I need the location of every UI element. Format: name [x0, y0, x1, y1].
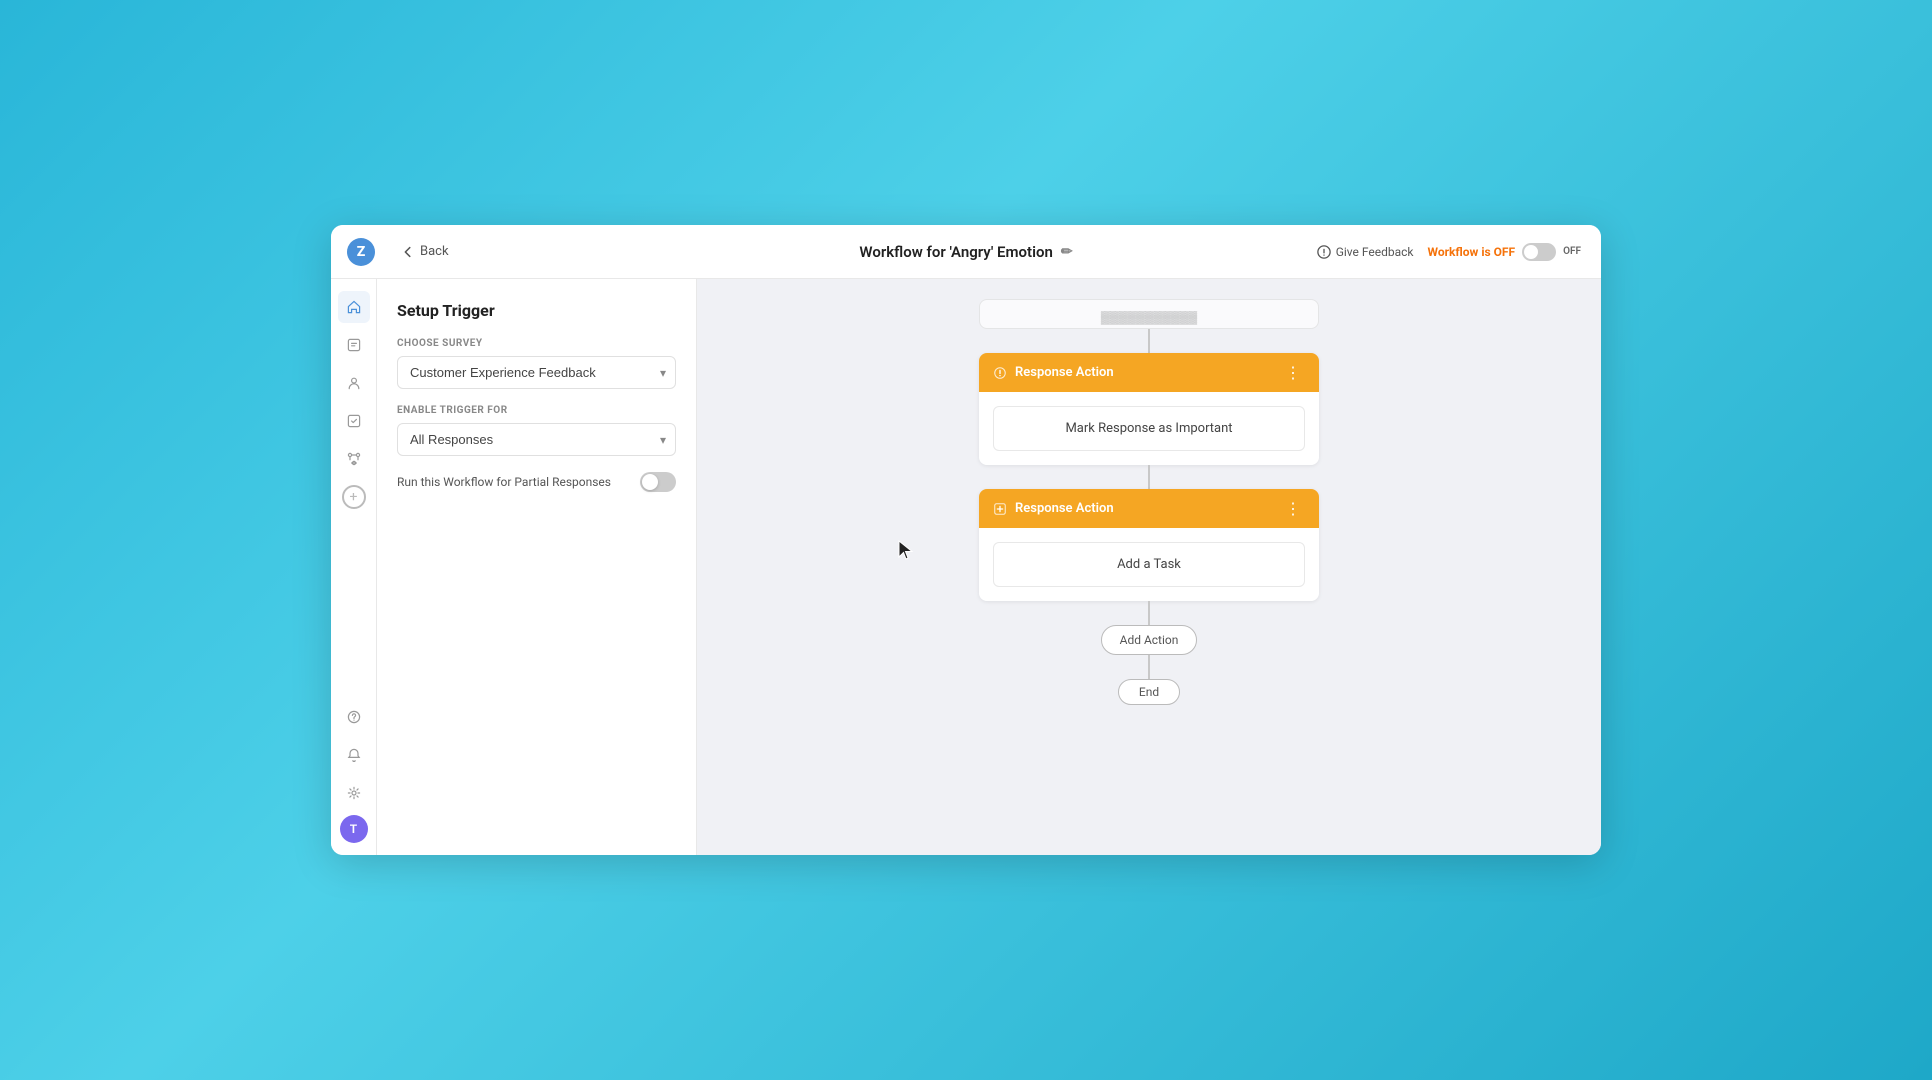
main-layout: +	[331, 279, 1601, 855]
trigger-card-text: ▓▓▓▓▓▓▓▓▓▓▓	[1101, 310, 1197, 324]
choose-survey-label: CHOOSE SURVEY	[397, 338, 676, 349]
workflow-toggle[interactable]	[1522, 243, 1556, 261]
survey-select[interactable]: Customer Experience Feedback	[397, 356, 676, 389]
response-action-body-1: Mark Response as Important	[979, 392, 1319, 465]
response-action-menu-1[interactable]: ⋮	[1281, 363, 1305, 382]
response-action-icon-2	[993, 502, 1007, 516]
connector-3	[1148, 601, 1150, 625]
app-window: Z Back Workflow for 'Angry' Emotion ✏ Gi…	[331, 225, 1601, 855]
survey-select-wrapper: Customer Experience Feedback ▾	[397, 356, 676, 389]
trigger-select-wrapper: All Responses Specific Responses ▾	[397, 423, 676, 456]
tasks-icon	[346, 413, 362, 429]
sidebar-item-help[interactable]	[338, 701, 370, 733]
mark-response-important-button[interactable]: Mark Response as Important	[993, 406, 1305, 451]
back-button[interactable]: Back	[401, 244, 449, 259]
end-node: End	[1118, 679, 1180, 705]
contacts-icon	[346, 375, 362, 391]
user-avatar[interactable]: T	[340, 815, 368, 843]
sidebar-item-settings[interactable]	[338, 777, 370, 809]
sidebar-item-notifications[interactable]	[338, 739, 370, 771]
sidebar-item-surveys[interactable]	[338, 329, 370, 361]
feedback-icon	[1317, 245, 1331, 259]
sidebar-item-home[interactable]	[338, 291, 370, 323]
give-feedback-button[interactable]: Give Feedback	[1317, 245, 1414, 259]
response-action-body-2: Add a Task	[979, 528, 1319, 601]
sidebar: +	[331, 279, 377, 855]
help-icon	[346, 709, 362, 725]
response-action-card-2: Response Action ⋮ Add a Task	[979, 489, 1319, 601]
home-icon	[346, 299, 362, 315]
survey-icon	[346, 337, 362, 353]
sidebar-item-contacts[interactable]	[338, 367, 370, 399]
sidebar-item-tasks[interactable]	[338, 405, 370, 437]
add-action-button[interactable]: Add Action	[1101, 625, 1198, 655]
notifications-icon	[346, 747, 362, 763]
sidebar-bottom: T	[338, 701, 370, 843]
partial-responses-toggle[interactable]	[640, 472, 676, 492]
response-action-icon-1	[993, 366, 1007, 380]
top-bar-right: Give Feedback Workflow is OFF OFF	[1317, 243, 1581, 261]
setup-trigger-title: Setup Trigger	[397, 301, 676, 320]
add-task-button[interactable]: Add a Task	[993, 542, 1305, 587]
trigger-select[interactable]: All Responses Specific Responses	[397, 423, 676, 456]
edit-title-icon[interactable]: ✏	[1061, 244, 1073, 260]
canvas-area: ▓▓▓▓▓▓▓▓▓▓▓ Response Action	[697, 279, 1601, 855]
app-logo: Z	[347, 238, 375, 266]
page-title: Workflow for 'Angry' Emotion ✏	[859, 243, 1072, 261]
partial-responses-row: Run this Workflow for Partial Responses	[397, 472, 676, 492]
workflow-status: Workflow is OFF OFF	[1428, 243, 1581, 261]
top-bar: Z Back Workflow for 'Angry' Emotion ✏ Gi…	[331, 225, 1601, 279]
response-action-menu-2[interactable]: ⋮	[1281, 499, 1305, 518]
workflow-icon	[346, 451, 362, 467]
sidebar-item-workflow[interactable]	[338, 443, 370, 475]
partial-responses-label: Run this Workflow for Partial Responses	[397, 475, 611, 489]
add-module-button[interactable]: +	[342, 485, 366, 509]
connector-2	[1148, 465, 1150, 489]
response-action-card-1: Response Action ⋮ Mark Response as Impor…	[979, 353, 1319, 465]
response-action-header-1: Response Action ⋮	[979, 353, 1319, 392]
setup-panel: Setup Trigger CHOOSE SURVEY Customer Exp…	[377, 279, 697, 855]
flow-container: ▓▓▓▓▓▓▓▓▓▓▓ Response Action	[717, 299, 1581, 705]
response-action-header-2: Response Action ⋮	[979, 489, 1319, 528]
connector-4	[1148, 655, 1150, 679]
enable-trigger-label: ENABLE TRIGGER FOR	[397, 405, 676, 416]
response-action-title-1: Response Action	[993, 365, 1114, 380]
response-action-title-2: Response Action	[993, 501, 1114, 516]
connector-1	[1148, 329, 1150, 353]
settings-icon	[346, 785, 362, 801]
trigger-card-partial: ▓▓▓▓▓▓▓▓▓▓▓	[979, 299, 1319, 329]
back-arrow-icon	[401, 245, 415, 259]
